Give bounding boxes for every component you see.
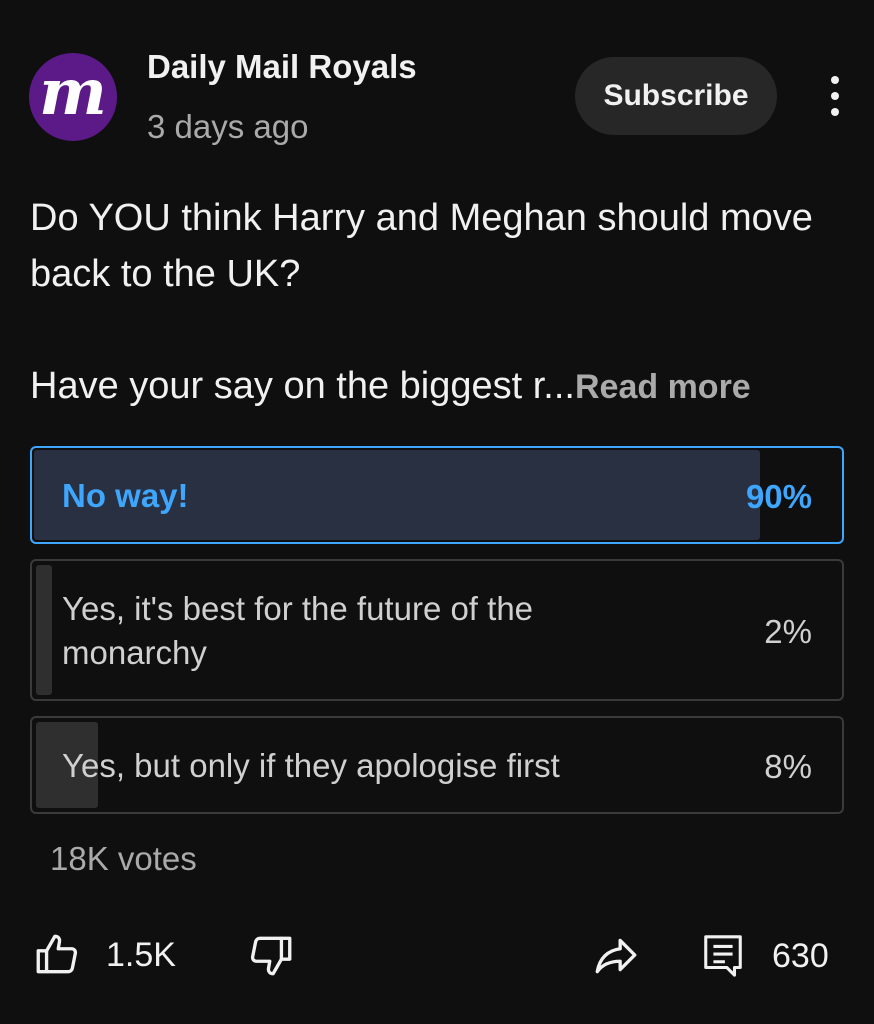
poll-option-label: Yes, but only if they apologise first [62,747,560,784]
subscribe-button[interactable]: Subscribe [575,57,777,135]
poll-option-1[interactable]: No way! 90% [30,446,844,544]
like-count: 1.5K [106,935,176,974]
dislike-button[interactable] [246,930,296,980]
poll-option-label: No way! [62,477,189,514]
more-vert-icon[interactable] [818,76,852,116]
share-icon [590,930,642,980]
poll-option-2[interactable]: Yes, it's best for the future of the mon… [30,559,844,701]
poll-option-percent: 8% [764,748,812,785]
channel-avatar[interactable]: m [29,53,117,141]
like-button[interactable]: 1.5K [32,930,176,980]
thumbs-down-icon [246,930,296,980]
post-text-truncated: Have your say on the biggest r...Read mo… [30,358,850,415]
comments-button[interactable]: 630 [700,930,829,982]
post-text: Do YOU think Harry and Meghan should mov… [30,197,813,295]
poll-option-percent: 90% [745,478,812,515]
comment-icon [700,930,746,982]
comment-count: 630 [772,936,829,975]
share-button[interactable] [590,930,642,980]
poll-option-3[interactable]: Yes, but only if they apologise first 8% [30,716,844,814]
read-more-link[interactable]: Read more [575,368,751,406]
channel-name[interactable]: Daily Mail Royals [147,48,417,86]
post-text-line2: Have your say on the biggest r... [30,365,575,407]
avatar-letter: m [39,55,107,130]
post-timestamp: 3 days ago [147,108,309,145]
vote-count: 18K votes [50,840,197,877]
thumbs-up-icon [32,930,82,980]
poll-option-label: Yes, it's best for the future of the mon… [62,590,534,671]
poll-option-percent: 2% [764,613,812,650]
poll-option-bar [36,565,52,695]
